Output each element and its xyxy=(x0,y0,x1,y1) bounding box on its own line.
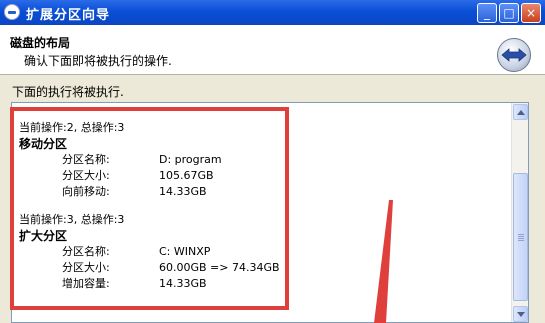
annotation-arrow xyxy=(374,200,393,323)
close-icon: × xyxy=(525,6,537,20)
wizard-header: 磁盘的布局 确认下面即将被执行的操作. xyxy=(0,25,545,75)
page-title: 磁盘的布局 xyxy=(10,36,71,50)
scroll-thumb[interactable] xyxy=(513,173,528,301)
wizard-arrows-icon xyxy=(497,38,531,72)
close-button[interactable]: × xyxy=(521,3,541,23)
scroll-up-button[interactable] xyxy=(513,104,528,120)
minimize-icon: _ xyxy=(484,6,490,20)
vertical-scrollbar[interactable] xyxy=(511,103,528,322)
app-icon xyxy=(4,4,20,20)
window-title: 扩展分区向导 xyxy=(26,8,111,23)
minimize-button[interactable]: _ xyxy=(477,3,497,23)
maximize-icon: □ xyxy=(503,6,515,20)
arrow-up-icon xyxy=(517,110,525,115)
title-bar[interactable]: 扩展分区向导 _ □ × xyxy=(0,0,545,25)
arrow-down-icon xyxy=(517,312,525,317)
scroll-down-button[interactable] xyxy=(513,306,528,322)
operations-label: 下面的执行将被执行. xyxy=(12,85,124,99)
maximize-button[interactable]: □ xyxy=(499,3,519,23)
page-subtitle: 确认下面即将被执行的操作. xyxy=(24,54,172,68)
grip-icon xyxy=(518,234,524,235)
annotation-highlight-box xyxy=(10,107,289,310)
